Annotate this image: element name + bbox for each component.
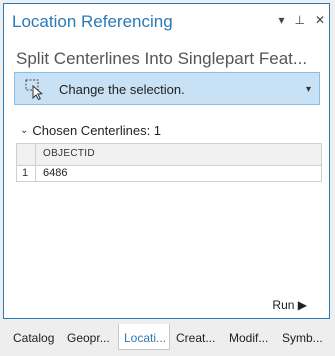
- tab-geoprocessing[interactable]: Geopr...: [62, 324, 114, 350]
- chosen-centerlines-section[interactable]: ⌄ Chosen Centerlines: 1: [20, 123, 161, 138]
- objectid-cell: 6486: [43, 167, 68, 179]
- options-dropdown-icon[interactable]: ▾: [278, 13, 284, 27]
- tool-title: Split Centerlines Into Singlepart Feat..…: [16, 49, 308, 68]
- pane-tabs: Catalog Geopr... Locati... Creat... Modi…: [0, 320, 335, 356]
- close-icon[interactable]: ✕: [315, 13, 325, 27]
- change-selection-dropdown[interactable]: Change the selection. ▾: [14, 72, 320, 105]
- pane-header: Location Referencing ▾ ⊥ ✕: [4, 4, 329, 37]
- tab-create-features[interactable]: Creat...: [171, 324, 219, 350]
- table-header: OBJECTID: [17, 144, 321, 166]
- section-label: Chosen Centerlines: 1: [32, 123, 162, 138]
- pane-title: Location Referencing: [12, 12, 173, 31]
- run-button[interactable]: Run ▶: [272, 298, 307, 312]
- location-referencing-pane: Location Referencing ▾ ⊥ ✕ Split Centerl…: [3, 3, 330, 319]
- select-features-icon: [25, 79, 43, 101]
- tab-modify-features[interactable]: Modif...: [224, 324, 272, 350]
- pane-header-controls: ▾ ⊥ ✕: [278, 13, 325, 27]
- tab-symbology[interactable]: Symb...: [277, 324, 327, 350]
- row-number-header: [17, 144, 36, 165]
- chevron-down-icon: ▾: [305, 84, 311, 95]
- tab-catalog[interactable]: Catalog: [8, 324, 58, 350]
- table-row[interactable]: 1 6486: [17, 165, 321, 182]
- objectid-column-header[interactable]: OBJECTID: [43, 148, 95, 159]
- centerlines-table: OBJECTID 1 6486: [16, 143, 322, 182]
- selection-label: Change the selection.: [59, 82, 185, 97]
- pin-icon[interactable]: ⊥: [294, 13, 304, 27]
- row-number: 1: [17, 165, 36, 182]
- collapse-chevron-icon: ⌄: [20, 125, 29, 136]
- tab-location-referencing[interactable]: Locati...: [118, 324, 170, 350]
